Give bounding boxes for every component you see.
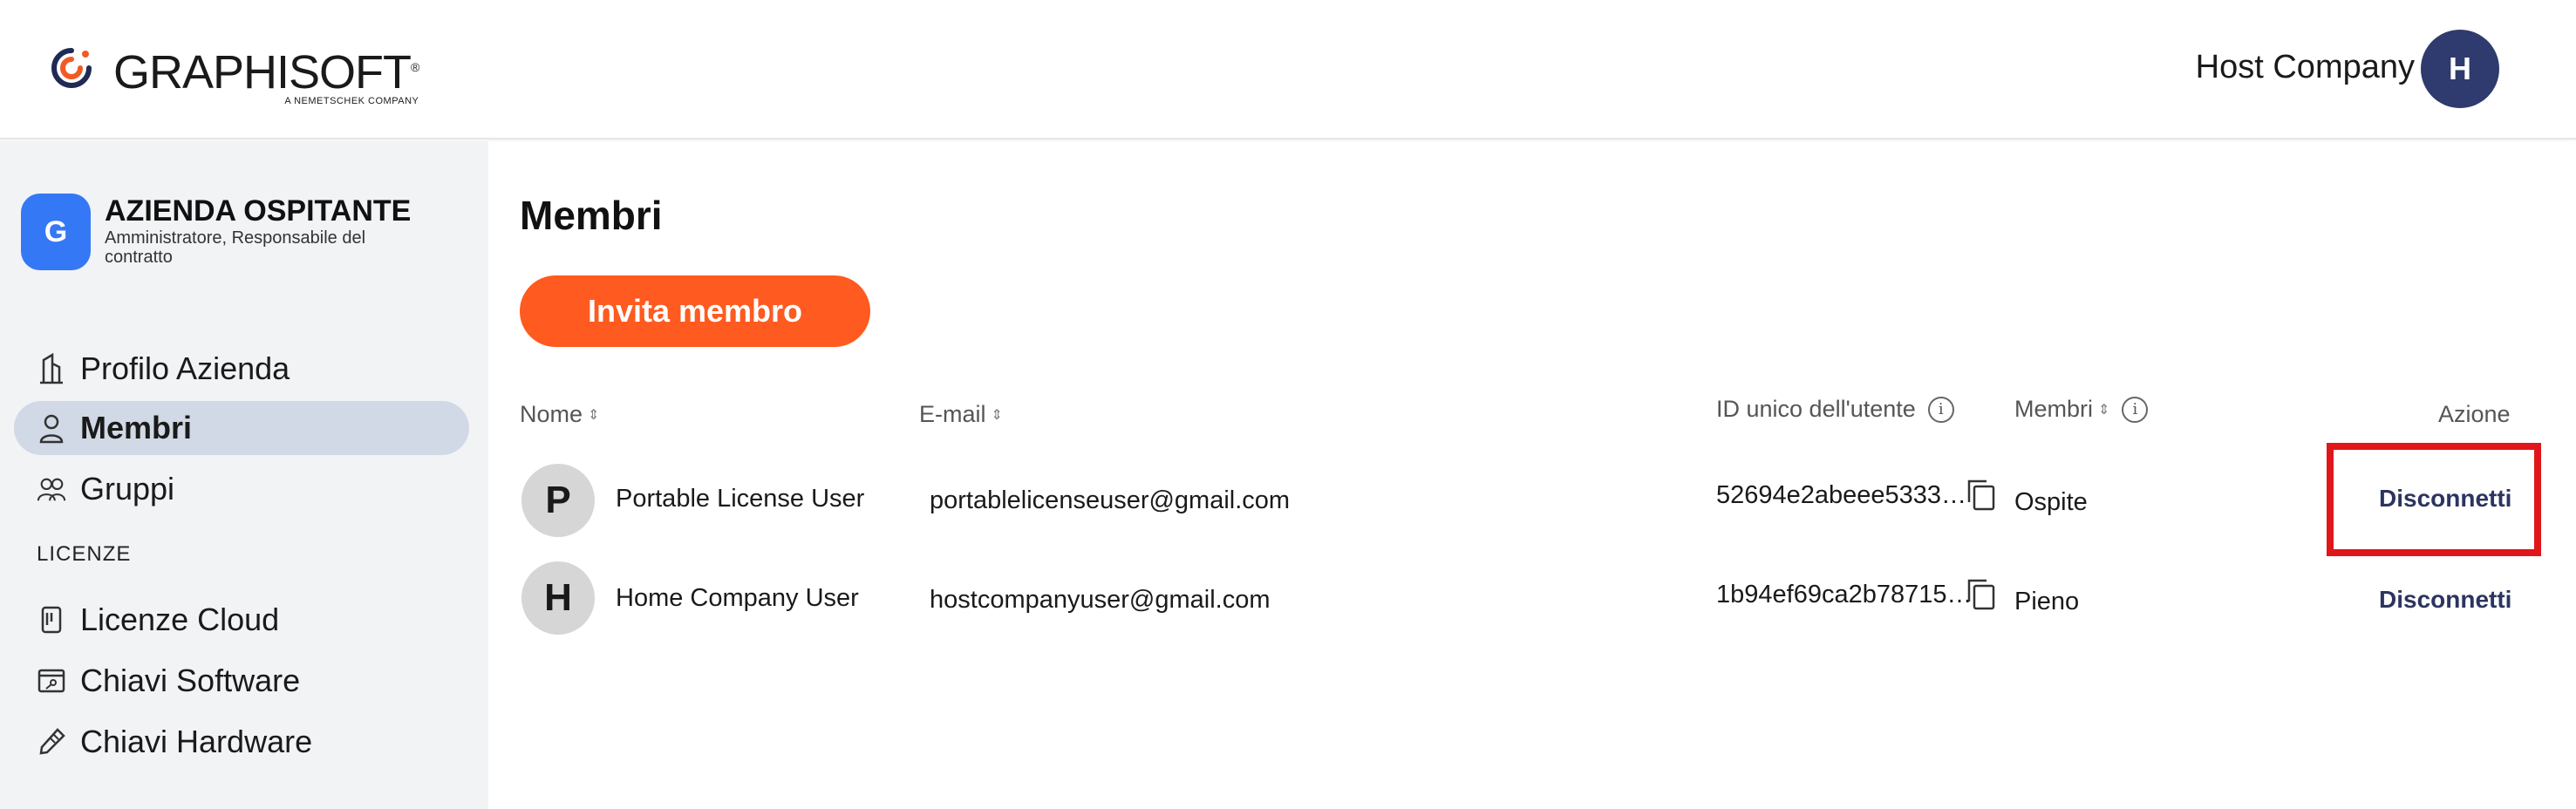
sidebar-item-label: Chiavi Hardware [80,724,313,759]
sidebar-item-company-profile[interactable]: Profilo Azienda [14,342,469,396]
sidebar: G AZIENDA OSPITANTE Amministratore, Resp… [0,141,488,809]
table-row: P Portable License User portablelicenseu… [520,455,2517,542]
sidebar-item-groups[interactable]: Gruppi [14,462,469,516]
info-icon[interactable]: i [2122,396,2149,423]
member-email: portablelicenseuser@gmail.com [930,486,1291,514]
top-header: GRAPHISOFT® A NEMETSCHEK COMPANY Host Co… [0,0,2576,139]
column-header-email[interactable]: E-mail ⇕ [919,401,1003,428]
member-user-id: 1b94ef69ca2b78715… [1716,581,1973,608]
member-type: Pieno [2014,588,2080,615]
org-avatar: G [21,194,91,270]
member-name: Home Company User [616,584,859,612]
sidebar-item-hardware-keys[interactable]: Chiavi Hardware [14,715,469,769]
main-content: Membri Invita membro Nome ⇕ E-mail ⇕ ID un… [488,141,2576,809]
column-header-label: Membri [2014,396,2094,422]
sidebar-item-label: Licenze Cloud [80,602,280,637]
member-type: Ospite [2014,488,2088,516]
registered-mark: ® [411,60,419,74]
sidebar-item-label: Membri [80,410,193,445]
org-name: AZIENDA OSPITANTE [105,194,412,228]
sort-icon[interactable]: ⇕ [992,406,1003,424]
column-header-name[interactable]: Nome ⇕ [520,401,599,428]
sort-icon[interactable]: ⇕ [588,406,599,424]
hardware-key-icon [37,726,66,758]
column-header-action: Azione [2438,401,2511,428]
avatar: H [521,561,595,635]
column-header-label: E-mail [919,401,986,427]
avatar: P [521,464,595,537]
account-avatar[interactable]: H [2421,30,2499,108]
group-icon [37,473,66,505]
section-title-licenses: LICENZE [37,542,132,566]
org-switcher[interactable]: G AZIENDA OSPITANTE Amministratore, Resp… [21,194,453,270]
cloud-license-icon [37,604,66,636]
member-name: Portable License User [616,485,865,513]
disconnect-button[interactable]: Disconnetti [2379,586,2511,614]
person-icon [37,412,66,444]
sidebar-item-label: Chiavi Software [80,663,301,698]
org-role: Amministratore, Responsabile del contrat… [105,228,366,267]
sidebar-item-software-keys[interactable]: Chiavi Software [14,654,469,708]
copy-icon[interactable] [1966,478,1997,513]
copy-icon[interactable] [1966,577,1997,612]
invite-member-button[interactable]: Invita membro [520,275,870,347]
column-header-label: Azione [2438,401,2511,427]
sidebar-item-cloud-licenses[interactable]: Licenze Cloud [14,593,469,647]
sidebar-item-members[interactable]: Membri [14,401,469,455]
highlight-box [2327,443,2541,556]
member-user-id: 52694e2abeee5333… [1716,481,1967,509]
building-icon [37,353,66,384]
column-header-label: ID unico dell'utente [1716,396,1916,422]
sort-icon[interactable]: ⇕ [2098,401,2109,418]
software-key-icon [37,665,66,697]
column-header-label: Nome [520,401,583,427]
logo-word: GRAPHISOFT [113,46,412,99]
column-header-user-id: ID unico dell'utente i [1716,396,1954,423]
account-name[interactable]: Host Company [2196,49,2415,86]
page-title: Membri [520,193,663,238]
sidebar-item-label: Profilo Azienda [80,350,290,386]
table-row: H Home Company User hostcompanyuser@gmai… [520,553,2517,640]
sidebar-item-label: Gruppi [80,471,175,506]
column-header-members[interactable]: Membri ⇕ i [2014,396,2149,423]
member-email: hostcompanyuser@gmail.com [930,586,1271,614]
graphisoft-logo-icon [51,48,92,88]
logo-subtitle: A NEMETSCHEK COMPANY [284,96,419,106]
graphisoft-logo[interactable]: GRAPHISOFT® A NEMETSCHEK COMPANY [49,42,419,106]
info-icon[interactable]: i [1927,396,1954,423]
